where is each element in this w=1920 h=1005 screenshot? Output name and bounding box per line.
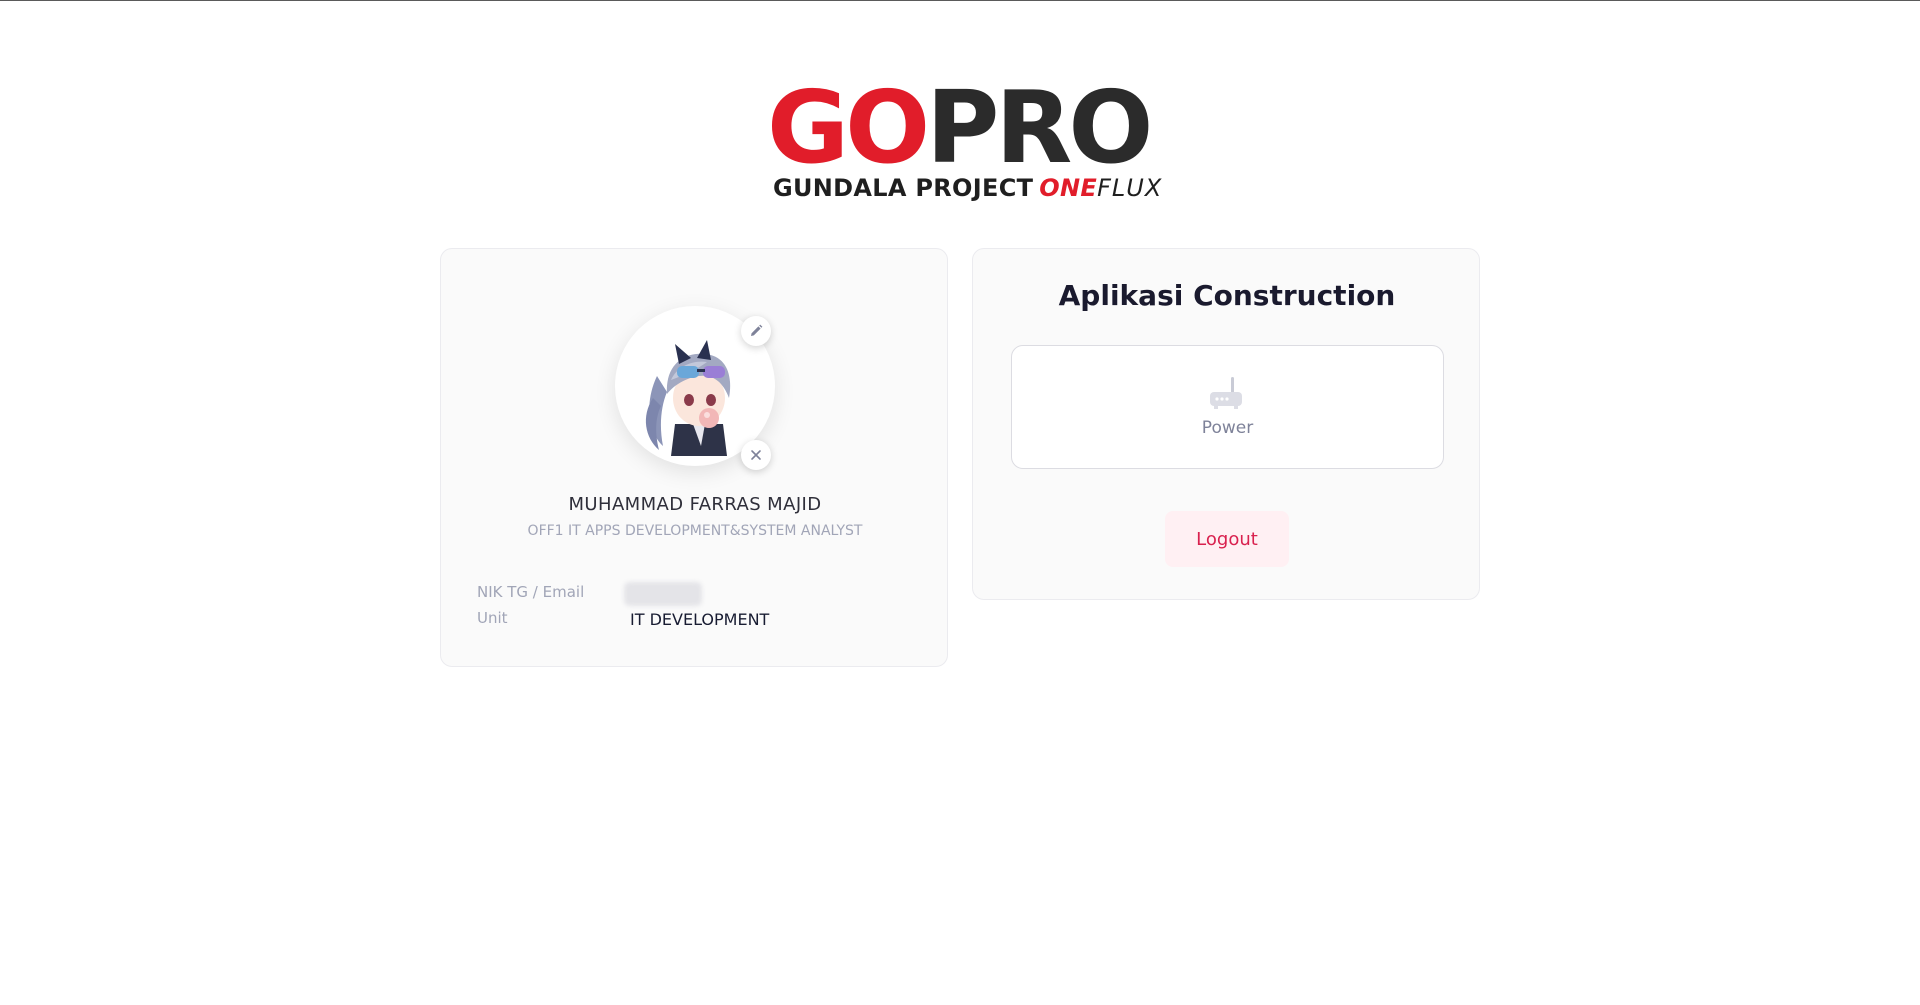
logo-pro: PRO	[926, 69, 1153, 186]
remove-avatar-button[interactable]	[741, 440, 771, 470]
profile-card: MUHAMMAD FARRAS MAJID OFF1 IT APPS DEVEL…	[440, 248, 948, 667]
app-tile-power[interactable]: Power	[1011, 345, 1444, 469]
router-icon	[1210, 377, 1242, 409]
close-icon	[751, 450, 761, 460]
logo-wordmark: GOPRO	[767, 78, 1153, 178]
unit-value: IT DEVELOPMENT	[630, 610, 770, 629]
pencil-icon	[751, 324, 763, 336]
logo-tagline-gundala: GUNDALA PROJECT	[773, 174, 1034, 202]
profile-job-title: OFF1 IT APPS DEVELOPMENT&SYSTEM ANALYST	[527, 523, 863, 539]
applications-card: Aplikasi Construction Power Logout	[972, 248, 1480, 600]
unit-label: Unit	[477, 609, 508, 627]
gopro-logo: GOPRO GUNDALA PROJECT ONEFLUX	[767, 78, 1161, 206]
logo-tagline: GUNDALA PROJECT ONEFLUX	[773, 172, 1162, 204]
logo-go: GO	[767, 69, 930, 186]
applications-title: Aplikasi Construction	[1058, 279, 1396, 312]
app-tile-label: Power	[1201, 418, 1254, 438]
logo-tagline-flux: FLUX	[1097, 174, 1163, 202]
logo-tagline-one: ONE	[1039, 174, 1098, 202]
avatar-container	[615, 306, 775, 470]
top-divider	[0, 0, 1920, 1]
profile-name: MUHAMMAD FARRAS MAJID	[568, 494, 822, 515]
logout-button[interactable]: Logout	[1165, 511, 1289, 567]
edit-avatar-button[interactable]	[741, 316, 771, 346]
nik-email-label: NIK TG / Email	[477, 583, 585, 601]
nik-email-value-redacted	[624, 582, 702, 606]
